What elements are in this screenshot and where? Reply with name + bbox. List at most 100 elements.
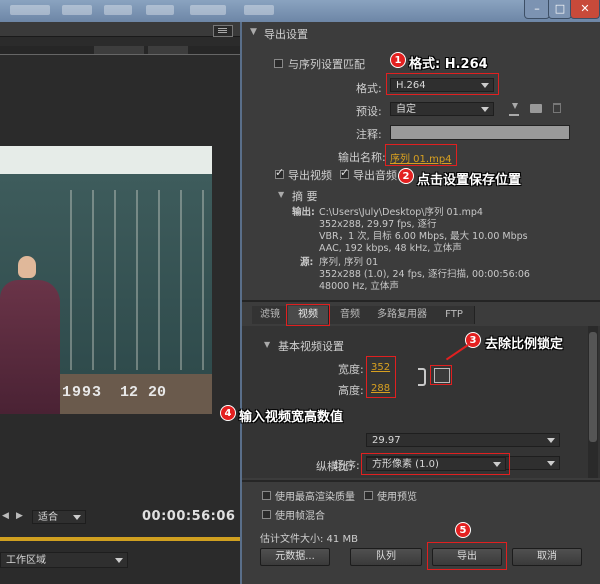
fit-select[interactable]: 适合 [32,510,86,524]
comment-input[interactable] [390,125,570,140]
max-render-checkbox[interactable] [262,491,271,500]
step-back-icon[interactable]: ◀ [2,511,9,521]
video-date-month: 12 [120,384,139,401]
metadata-button[interactable]: 元数据... [260,548,330,566]
work-area-bar[interactable] [0,537,240,541]
aspect-label: 纵横比: [316,460,353,473]
video-date-year: 1993 [62,384,103,401]
callout-lock-text: 去除比例锁定 [485,337,564,352]
callout-format-text: 格式: H.264 [409,57,488,72]
import-preset-icon[interactable] [530,104,542,113]
export-video-label: 导出视频 [288,169,332,182]
minimize-button[interactable]: – [524,0,550,19]
divider [242,480,600,482]
use-preview-checkbox[interactable] [364,491,373,500]
chevron-down-icon [547,438,555,443]
summary-title: 摘 要 [292,190,318,203]
person-head [18,256,36,278]
framerate-select-value: 29.97 [372,435,401,446]
comment-label: 注释: [356,128,382,141]
export-settings-title: 导出设置 [264,28,308,41]
callout-badge: 2 [398,168,414,184]
menu-item[interactable] [62,5,92,15]
save-preset-icon[interactable] [509,103,519,116]
export-audio-checkbox[interactable] [340,166,349,179]
queue-button[interactable]: 队列 [350,548,422,566]
divider [242,300,600,302]
video-frame: 1993 12 20 [0,146,212,414]
maximize-button[interactable]: □ [548,0,572,19]
file-size-estimate: 估计文件大小: 41 MB [260,534,358,545]
export-audio-label: 导出音频 [353,169,397,182]
tab-filters[interactable]: 滤镜 [252,306,289,324]
preset-select-value: 自定 [396,104,416,115]
annotation-box-video-tab [286,304,330,326]
workspace-select-value: 工作区域 [6,555,46,566]
callout-dimensions-text: 输入视频宽高数值 [239,410,344,425]
monitor-header [0,22,240,37]
close-button[interactable]: ✕ [570,0,600,19]
delete-preset-icon[interactable] [553,103,561,113]
divider [0,54,240,55]
basic-video-settings-title: 基本视频设置 [278,340,344,353]
annotation-box-aspect [361,453,510,475]
framerate-select[interactable]: 29.97 [366,433,560,447]
menu-item[interactable] [190,5,226,15]
callout-save-location-text: 点击设置保存位置 [417,173,522,188]
annotation-box-output-name [385,144,457,166]
tab-ftp[interactable]: FTP [434,306,475,324]
menu-item[interactable] [104,5,132,15]
chevron-down-icon [547,461,555,466]
height-label: 高度: [338,384,364,397]
window-titlebar: – □ ✕ [0,0,600,22]
annotation-box-dimensions [366,356,396,398]
timecode: 00:00:56:06 [142,509,236,524]
match-sequence-label: 与序列设置匹配 [288,58,365,71]
fit-select-value: 适合 [38,512,58,523]
preset-select[interactable]: 自定 [390,102,494,116]
match-sequence-checkbox[interactable] [274,59,283,68]
menu-item[interactable] [146,5,174,15]
tab-strip [0,46,240,54]
format-label: 格式: [356,82,382,95]
frame-blend-checkbox[interactable] [262,510,271,519]
cancel-button[interactable]: 取消 [512,548,582,566]
output-line: AAC, 192 kbps, 48 kHz, 立体声 [319,243,462,254]
max-render-label: 使用最高渲染质量 [275,492,355,503]
panel-menu-icon[interactable] [213,25,233,37]
source-label: 源: [300,257,314,268]
output-name-label: 输出名称: [338,151,386,164]
scrollbar[interactable] [588,326,598,478]
output-label: 输出: [292,207,315,218]
source-monitor-panel: 1993 12 20 ◀ ▶ 适合 00:00:56:06 工作区域 [0,22,240,584]
use-preview-label: 使用预览 [377,492,417,503]
chevron-down-icon [115,558,123,563]
tab-multiplexer[interactable]: 多路复用器 [370,306,435,324]
menu-item[interactable] [10,5,50,15]
callout-badge: 5 [455,522,471,538]
video-date-day: 20 [148,384,167,401]
section-collapse-icon[interactable]: ▼ [250,27,257,37]
export-video-checkbox[interactable] [275,166,284,179]
frame-blend-label: 使用帧混合 [275,511,325,522]
annotation-box-format [386,73,499,95]
width-label: 宽度: [338,363,364,376]
callout-badge: 1 [390,52,406,68]
chalk-writing [60,190,210,370]
video-settings-collapse-icon[interactable]: ▼ [264,340,270,349]
source-line: 48000 Hz, 立体声 [319,281,399,292]
workspace-select[interactable]: 工作区域 [0,552,128,568]
wall [0,146,212,174]
preset-label: 预设: [356,105,382,118]
aspect-lock-bracket [418,368,426,386]
summary-collapse-icon[interactable]: ▼ [278,190,284,199]
chevron-down-icon [73,515,81,520]
chevron-down-icon [481,107,489,112]
menu-item[interactable] [244,5,274,15]
annotation-box-export [427,542,507,570]
annotation-box-lock [430,365,452,385]
callout-badge: 4 [220,405,236,421]
person-body [0,280,60,414]
step-forward-icon[interactable]: ▶ [16,511,23,521]
tab-audio[interactable]: 音频 [330,306,371,324]
